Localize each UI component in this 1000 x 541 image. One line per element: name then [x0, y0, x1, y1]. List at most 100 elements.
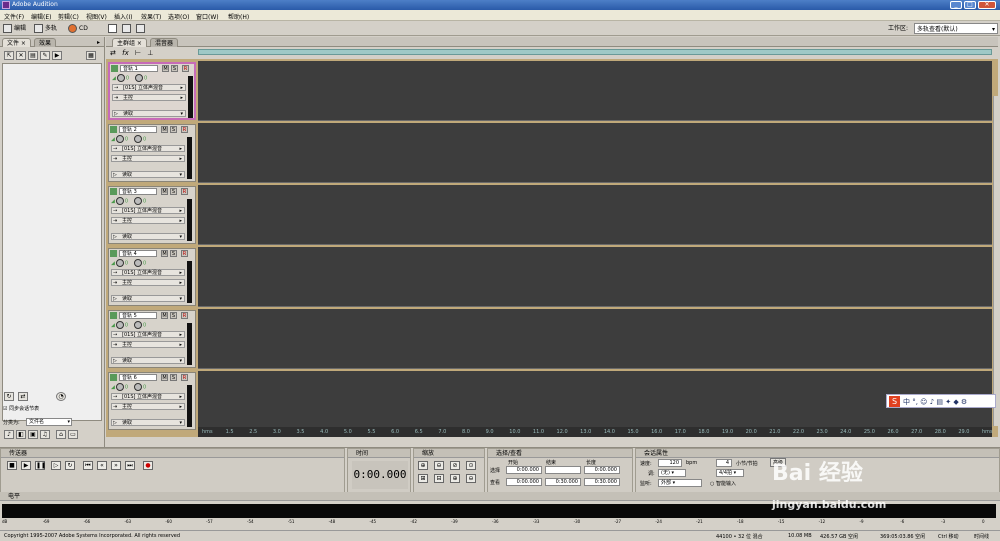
- input-select[interactable]: → [01S] 立体声混音 ▸: [111, 331, 185, 338]
- track-header[interactable]: 音轨 4 M S R ◢ 0 0 → [01S] 立体声混音 ▸ ⇥ 主控 ▸ ▷ 读取 ▾: [108, 248, 196, 306]
- record-icon[interactable]: ●: [143, 461, 153, 470]
- track-color-icon[interactable]: [110, 374, 117, 381]
- pan-knob[interactable]: [134, 197, 143, 205]
- menu-item[interactable]: 插入(I): [114, 12, 132, 21]
- inputs-outputs-icon[interactable]: ⇄: [110, 49, 116, 57]
- menu-item[interactable]: 选项(O): [168, 12, 189, 21]
- track-name-field[interactable]: 音轨 6: [119, 374, 157, 381]
- track-color-icon[interactable]: [110, 312, 117, 319]
- zoom-in-vertical-icon[interactable]: ⊕: [450, 474, 460, 483]
- ime-toolbar[interactable]: S 中 °, ☺ ♪ ▤ ✦ ◆ ⚙: [886, 394, 996, 408]
- selection-start-field[interactable]: 0:00.000: [506, 466, 542, 474]
- track-lane[interactable]: [198, 309, 992, 369]
- menu-item[interactable]: 视图(V): [86, 12, 107, 21]
- volume-knob[interactable]: [115, 383, 124, 391]
- show-audio-icon[interactable]: ♪: [4, 430, 14, 439]
- zoom-out-vertical-icon[interactable]: ⊖: [466, 474, 476, 483]
- selection-length-field[interactable]: 0:00.000: [584, 466, 620, 474]
- pan-knob[interactable]: [134, 135, 143, 143]
- track-header[interactable]: 音轨 3 M S R ◢ 0 0 → [01S] 立体声混音 ▸ ⇥ 主控 ▸ ▷ 读取 ▾: [108, 186, 196, 244]
- close-icon[interactable]: ✕: [978, 1, 996, 9]
- automation-mode-select[interactable]: ▷ 读取 ▾: [111, 357, 185, 364]
- move-tool-button[interactable]: [108, 23, 119, 34]
- output-select[interactable]: ⇥ 主控 ▸: [111, 341, 185, 348]
- edit-view-button[interactable]: 编辑: [3, 23, 26, 34]
- track-lane[interactable]: [198, 371, 992, 431]
- menu-item[interactable]: 剪辑(C): [58, 12, 79, 21]
- input-select[interactable]: → [01S] 立体声混音 ▸: [111, 393, 185, 400]
- cd-view-button[interactable]: CD: [68, 23, 88, 34]
- time-signature-select[interactable]: 4/4拍 ▾: [716, 469, 744, 477]
- show-loops-icon[interactable]: ◧: [16, 430, 26, 439]
- volume-knob[interactable]: [115, 135, 124, 143]
- loop-play-icon[interactable]: ↻: [65, 461, 75, 470]
- track-color-icon[interactable]: [110, 250, 117, 257]
- track-lane[interactable]: [198, 61, 992, 121]
- zoom-selection-icon[interactable]: ⊙: [466, 461, 476, 470]
- smart-input-radio[interactable]: ○ 智能输入: [710, 480, 736, 487]
- timeline-ruler[interactable]: hms 1.5 2.5 3.0 3.5 4.0 5.0 5.5 6.0 6.5 7.0 8.0 9.0 1…: [198, 427, 993, 437]
- automation-mode-select[interactable]: ▷ 读取 ▾: [112, 110, 186, 117]
- input-select[interactable]: → [01S] 立体声混音 ▸: [112, 84, 186, 91]
- loop-icon[interactable]: ↻: [4, 392, 14, 401]
- pan-knob[interactable]: [134, 321, 143, 329]
- track-lane[interactable]: [198, 123, 992, 183]
- mute-button[interactable]: M: [161, 250, 168, 257]
- track-color-icon[interactable]: [110, 188, 117, 195]
- view-options-icon[interactable]: ▦: [86, 51, 96, 60]
- track-header[interactable]: 音轨 1 M S R ◢ 0 0 → [01S] 立体声混音 ▸ ⇥ 主控 ▸ ▷ 读取 ▾: [108, 62, 196, 120]
- time-select-tool-button[interactable]: [122, 23, 133, 34]
- zoom-left-icon[interactable]: ⊞: [418, 474, 428, 483]
- folder-icon[interactable]: ▭: [68, 430, 78, 439]
- effects-icon[interactable]: fx: [122, 49, 129, 57]
- record-arm-button[interactable]: R: [181, 126, 188, 133]
- track-name-field[interactable]: 音轨 2: [119, 126, 157, 133]
- volume-knob-icon[interactable]: ◔: [56, 392, 66, 401]
- monitor-select[interactable]: 外部 ▾: [658, 479, 702, 487]
- rewind-icon[interactable]: «: [97, 461, 107, 470]
- zoom-out-full-icon[interactable]: ⊘: [450, 461, 460, 470]
- edit-file-icon[interactable]: ✎: [40, 51, 50, 60]
- automation-mode-select[interactable]: ▷ 读取 ▾: [111, 419, 185, 426]
- multitrack-view-button[interactable]: 多轨: [34, 23, 57, 34]
- volume-knob[interactable]: [116, 74, 125, 82]
- zoom-out-horizontal-icon[interactable]: ⊖: [434, 461, 444, 470]
- track-header[interactable]: 音轨 5 M S R ◢ 0 0 → [01S] 立体声混音 ▸ ⇥ 主控 ▸ ▷ 读取 ▾: [108, 310, 196, 368]
- track-lane[interactable]: [198, 185, 992, 245]
- volume-knob[interactable]: [115, 259, 124, 267]
- solo-button[interactable]: S: [170, 188, 177, 195]
- tab-files[interactable]: 文件 ×: [2, 38, 31, 47]
- tab-effects[interactable]: 效果: [34, 38, 57, 47]
- view-length-field[interactable]: 0:30.000: [584, 478, 620, 486]
- play-preview-icon[interactable]: ▶: [52, 51, 62, 60]
- menu-item[interactable]: 效果(T): [141, 12, 161, 21]
- output-select[interactable]: ⇥ 主控 ▸: [111, 403, 185, 410]
- play-from-cursor-icon[interactable]: ▷: [51, 461, 61, 470]
- tab-mixer[interactable]: 混音器: [150, 38, 179, 47]
- track-name-field[interactable]: 音轨 5: [119, 312, 157, 319]
- menu-item[interactable]: 编辑(E): [31, 12, 51, 21]
- tab-main-session[interactable]: 主群组 ×: [112, 38, 147, 47]
- track-color-icon[interactable]: [110, 126, 117, 133]
- show-midi-icon[interactable]: ♫: [40, 430, 50, 439]
- play-icon[interactable]: ▶: [21, 461, 31, 470]
- solo-button[interactable]: S: [170, 250, 177, 257]
- key-select[interactable]: (无) ▾: [658, 469, 686, 477]
- mute-button[interactable]: M: [162, 65, 169, 72]
- pan-knob[interactable]: [135, 74, 144, 82]
- full-path-icon[interactable]: ⌂: [56, 430, 66, 439]
- record-arm-button[interactable]: R: [181, 374, 188, 381]
- close-file-icon[interactable]: ✕: [16, 51, 26, 60]
- mute-button[interactable]: M: [161, 312, 168, 319]
- show-video-icon[interactable]: ▣: [28, 430, 38, 439]
- panel-menu-icon[interactable]: ▸: [97, 39, 100, 46]
- mute-button[interactable]: M: [161, 374, 168, 381]
- input-select[interactable]: → [01S] 立体声混音 ▸: [111, 145, 185, 152]
- automation-mode-select[interactable]: ▷ 读取 ▾: [111, 171, 185, 178]
- tempo-field[interactable]: 120: [658, 459, 682, 467]
- track-name-field[interactable]: 音轨 4: [119, 250, 157, 257]
- input-select[interactable]: → [01S] 立体声混音 ▸: [111, 207, 185, 214]
- record-arm-button[interactable]: R: [182, 65, 189, 72]
- zoom-right-icon[interactable]: ⊟: [434, 474, 444, 483]
- menu-item[interactable]: 文件(F): [4, 12, 24, 21]
